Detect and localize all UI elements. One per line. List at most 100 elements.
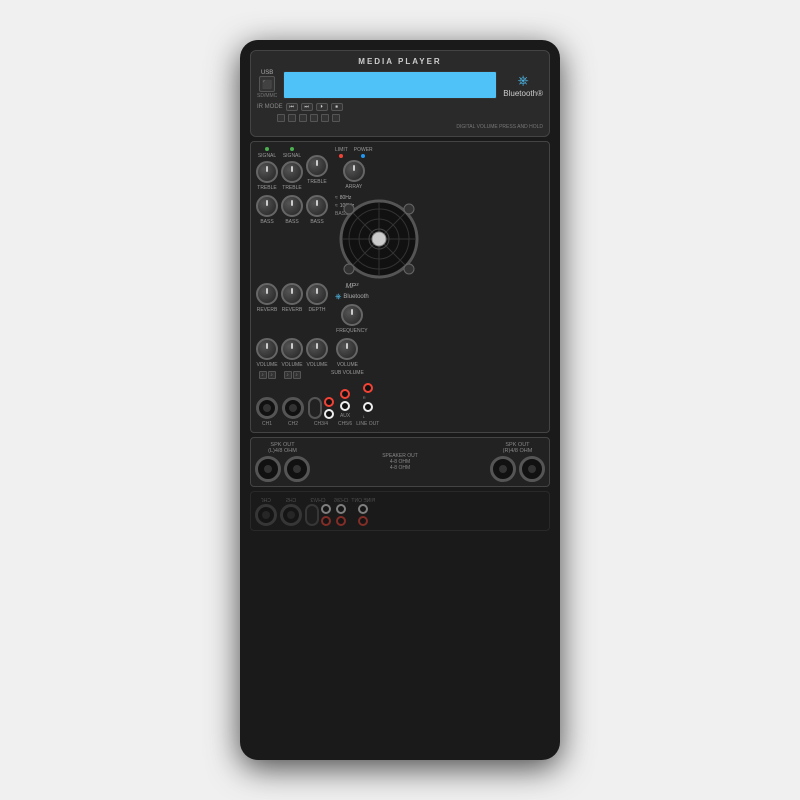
spk-right-xlr2 xyxy=(519,456,545,482)
mp3-label: MP³ xyxy=(345,283,358,290)
ch1-vol-label: VOLUME xyxy=(256,362,277,368)
mode-btn-3[interactable] xyxy=(299,114,307,122)
aux-label: AUX xyxy=(340,413,350,419)
sub-vol-label: SUB VOLUME xyxy=(331,370,364,376)
mode-buttons xyxy=(257,114,543,122)
bluetooth-label: Bluetooth® xyxy=(503,89,543,98)
power-label: POWER xyxy=(354,147,373,153)
mode-btn-1[interactable] xyxy=(277,114,285,122)
ch3-bass-label: BASS xyxy=(310,219,323,225)
ch56-vol-knob[interactable] xyxy=(336,338,358,360)
mode-btn-6[interactable] xyxy=(332,114,340,122)
ch56-rca-r xyxy=(340,389,350,399)
ch1-treble-strip: SIGNAL TREBLE xyxy=(256,147,278,191)
array-label: ARRAY xyxy=(345,184,362,190)
spk-out-section: SPK OUT(L)4/8 OHM SPEAKER OUT4-8 OHM4-8 … xyxy=(250,437,550,487)
depth-knob[interactable] xyxy=(306,283,328,305)
ir-label: IR MODE xyxy=(257,104,283,110)
ch2-vol-strip: VOLUME ♪ ♪ xyxy=(281,338,303,379)
reverb1-knob[interactable] xyxy=(256,283,278,305)
bluetooth-icon: ⎈ xyxy=(518,72,529,89)
ch2-connector-col: CH2 xyxy=(282,397,304,427)
spk-left-xlr2 xyxy=(284,456,310,482)
ch3-treble-knob[interactable] xyxy=(306,155,328,177)
ch1-signal-led xyxy=(265,147,269,151)
next-btn[interactable]: ⏭ xyxy=(301,103,313,111)
reflection-section: ЈНƆ ЅНƆ Ɛ/ΛНƆ xyxy=(250,491,550,531)
spk-left-xlr xyxy=(255,456,281,482)
ch3-bass-knob[interactable] xyxy=(306,195,328,217)
stop-btn[interactable]: ⏹ xyxy=(331,103,343,111)
ch1-bass-knob[interactable] xyxy=(256,195,278,217)
media-player-section: MEDIA PLAYER USB ⬛ SD/MMC ⎈ Bluetooth® I… xyxy=(250,50,550,137)
ch2-vol-knob[interactable] xyxy=(281,338,303,360)
ch2-bass-knob[interactable] xyxy=(281,195,303,217)
ch34-label: CH3/4 xyxy=(314,421,328,427)
reverb1-strip: REVERB xyxy=(256,283,278,334)
ch1-label: CH1 xyxy=(262,421,272,427)
ch2-treble-knob[interactable] xyxy=(281,161,303,183)
ch34-rca-l xyxy=(324,409,334,419)
reverb2-knob[interactable] xyxy=(281,283,303,305)
lineout-rca-l xyxy=(363,402,373,412)
ch56-label: CH5/6 xyxy=(338,421,352,427)
ch34-vol-knob[interactable] xyxy=(306,338,328,360)
ch2-vol-label: VOLUME xyxy=(281,362,302,368)
ch34-connector-col: CH3/4 xyxy=(308,397,334,427)
ch2-signal-label: SIGNAL xyxy=(283,153,301,159)
ir-controls: IR MODE ⏮ ⏭ ⏵ ⏹ xyxy=(257,103,543,111)
ch34-ts1 xyxy=(308,397,322,419)
ch1-signal-label: SIGNAL xyxy=(258,153,276,159)
array-knob[interactable] xyxy=(343,160,365,182)
spk-left-label: SPK OUT(L)4/8 OHM xyxy=(268,442,297,454)
ch56-vol-strip: VOLUME SUB VOLUME xyxy=(331,338,364,379)
lcd-display xyxy=(283,71,497,99)
mode-btn-2[interactable] xyxy=(288,114,296,122)
ch1-vol-knob[interactable] xyxy=(256,338,278,360)
ch1-bass-label: BASS xyxy=(260,219,273,225)
ch3-treble-strip: TREBLE xyxy=(306,147,328,191)
lineout-connector-col: R L LINE OUT xyxy=(356,383,379,427)
ch56-vol-label: VOLUME xyxy=(337,362,358,368)
media-player-title: MEDIA PLAYER xyxy=(257,57,543,66)
ch1-bass-strip: BASS xyxy=(256,195,278,279)
ch2-bass-label: BASS xyxy=(285,219,298,225)
ch3-bass-strip: BASS xyxy=(306,195,328,279)
ch56-connector-col: AUX CH5/6 xyxy=(338,389,352,427)
power-led xyxy=(361,154,365,158)
depth-label: DEPTH xyxy=(309,307,326,313)
ch1-treble-knob[interactable] xyxy=(256,161,278,183)
reverb1-label: REVERB xyxy=(257,307,278,313)
reverb2-label: REVERB xyxy=(282,307,303,313)
ch34-vol-strip: VOLUME xyxy=(306,338,328,379)
lineout-label: LINE OUT xyxy=(356,421,379,427)
ch1-xlr xyxy=(256,397,278,419)
cooling-fan xyxy=(339,199,419,279)
ch2-treble-label: TREBLE xyxy=(282,185,301,191)
frequency-label: FREQUENCY xyxy=(336,328,367,334)
ch34-vol-label: VOLUME xyxy=(306,362,327,368)
limit-led xyxy=(339,154,343,158)
ch2-treble-strip: SIGNAL TREBLE xyxy=(281,147,303,191)
ch2-label: CH2 xyxy=(288,421,298,427)
ch34-rca-r xyxy=(324,397,334,407)
frequency-knob[interactable] xyxy=(341,304,363,326)
main-mixer-section: SIGNAL TREBLE SIGNAL TREBLE TREBLE xyxy=(250,141,550,433)
mode-btn-5[interactable] xyxy=(321,114,329,122)
lineout-rca-r xyxy=(363,383,373,393)
depth-strip: DEPTH xyxy=(306,283,328,334)
mode-btn-4[interactable] xyxy=(310,114,318,122)
reverb2-strip: REVERB xyxy=(281,283,303,334)
prev-btn[interactable]: ⏮ xyxy=(286,103,298,111)
ch2-xlr xyxy=(282,397,304,419)
mixer-device: MEDIA PLAYER USB ⬛ SD/MMC ⎈ Bluetooth® I… xyxy=(240,40,560,760)
ch1-treble-label: TREBLE xyxy=(257,185,276,191)
spk-right-label: SPK OUT(R)4/8 OHM xyxy=(503,442,533,454)
spk-right-xlr xyxy=(490,456,516,482)
ch2-signal-led xyxy=(290,147,294,151)
ch1-connector-col: CH1 xyxy=(256,397,278,427)
ch2-bass-strip: BASS xyxy=(281,195,303,279)
limit-label: LIMIT xyxy=(335,147,348,153)
ch56-rca-l xyxy=(340,401,350,411)
play-btn[interactable]: ⏵ xyxy=(316,103,328,111)
